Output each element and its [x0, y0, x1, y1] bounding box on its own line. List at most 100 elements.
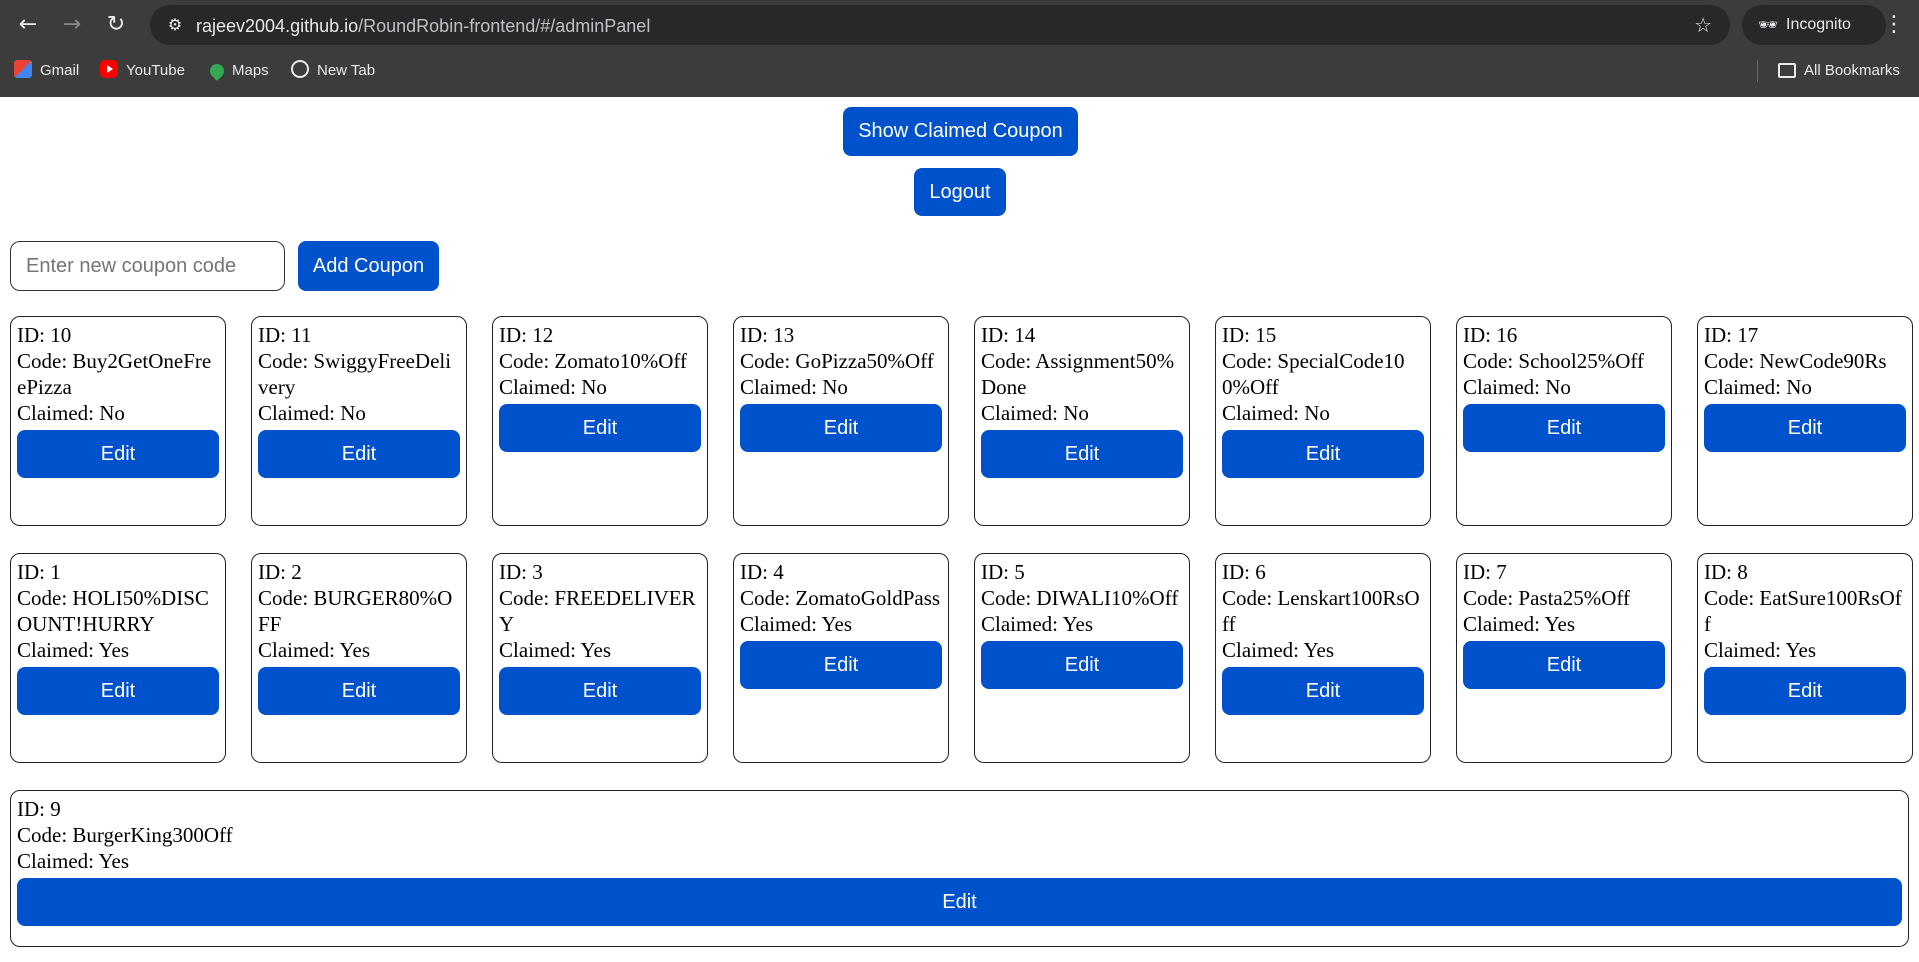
coupon-id: ID: 8 [1704, 560, 1748, 584]
maps-icon [207, 61, 227, 81]
edit-coupon-button[interactable]: Edit [740, 404, 942, 452]
coupon-card: ID: 16 Code: School25%Off Claimed: No Edit [1456, 316, 1672, 526]
edit-coupon-button[interactable]: Edit [1222, 667, 1424, 715]
coupon-id: ID: 10 [17, 323, 72, 347]
incognito-badge[interactable]: 🕶 Incognito [1742, 5, 1886, 45]
edit-coupon-button[interactable]: Edit [17, 430, 219, 478]
coupon-claimed-status: Claimed: No [1222, 401, 1330, 425]
coupon-code: Code: ZomatoGoldPass [740, 586, 941, 610]
edit-coupon-button[interactable]: Edit [17, 878, 1902, 926]
coupon-id: ID: 4 [740, 560, 784, 584]
coupon-code: Code: FREEDELIVERY [499, 586, 696, 636]
coupon-card: ID: 13 Code: GoPizza50%Off Claimed: No Edit [733, 316, 949, 526]
coupon-code: Code: Pasta25%Off [1463, 586, 1631, 610]
coupon-claimed-status: Claimed: Yes [1463, 612, 1576, 636]
coupon-card: ID: 10 Code: Buy2GetOneFreePizza Claimed: … [10, 316, 226, 526]
all-bookmarks[interactable]: All Bookmarks [1778, 60, 1900, 82]
coupon-claimed-status: Claimed: No [499, 375, 607, 399]
coupon-card: ID: 12 Code: Zomato10%Off Claimed: No Edit [492, 316, 708, 526]
coupon-claimed-status: Claimed: Yes [499, 638, 612, 662]
coupon-id: ID: 3 [499, 560, 543, 584]
edit-coupon-button[interactable]: Edit [981, 641, 1183, 689]
coupon-claimed-status: Claimed: No [1704, 375, 1812, 399]
bookmark-youtube[interactable]: YouTube [100, 60, 185, 82]
edit-coupon-button[interactable]: Edit [17, 667, 219, 715]
bookmarks-divider [1757, 60, 1758, 82]
back-arrow-icon[interactable]: ← [14, 11, 42, 39]
coupon-card: ID: 17 Code: NewCode90Rs Claimed: No Edit [1697, 316, 1913, 526]
browser-chrome: ← → ↻ ⚙ rajeev2004.github.io/RoundRobin-… [0, 0, 1919, 97]
address-bar[interactable]: ⚙ rajeev2004.github.io/RoundRobin-fronte… [150, 5, 1730, 45]
coupon-card: ID: 5 Code: DIWALI10%Off Claimed: Yes Edit [974, 553, 1190, 763]
coupon-claimed-status: Claimed: Yes [17, 849, 130, 873]
coupon-claimed-status: Claimed: No [1463, 375, 1571, 399]
coupon-card: ID: 9 Code: BurgerKing300Off Claimed: Yes E… [10, 790, 1909, 947]
coupon-code: Code: BURGER80%OFF [258, 586, 453, 636]
coupon-id: ID: 17 [1704, 323, 1759, 347]
edit-coupon-button[interactable]: Edit [499, 404, 701, 452]
coupon-code: Code: School25%Off [1463, 349, 1645, 373]
coupon-card: ID: 15 Code: SpecialCode100%Off Claimed: N… [1215, 316, 1431, 526]
globe-icon [291, 60, 309, 78]
edit-coupon-button[interactable]: Edit [981, 430, 1183, 478]
coupon-card: ID: 1 Code: HOLI50%DISCOUNT!HURRY Claimed:… [10, 553, 226, 763]
url-text: rajeev2004.github.io/RoundRobin-frontend… [196, 16, 651, 36]
coupon-code: Code: Assignment50%Done [981, 349, 1175, 399]
forward-arrow-icon[interactable]: → [58, 11, 86, 39]
show-claimed-coupon-button[interactable]: Show Claimed Coupon [843, 107, 1078, 156]
edit-coupon-button[interactable]: Edit [258, 430, 460, 478]
incognito-icon: 🕶 [1758, 15, 1779, 34]
edit-coupon-button[interactable]: Edit [1704, 667, 1906, 715]
logout-button[interactable]: Logout [914, 168, 1006, 216]
edit-coupon-button[interactable]: Edit [1463, 404, 1665, 452]
reload-icon[interactable]: ↻ [102, 11, 130, 39]
coupon-id: ID: 1 [17, 560, 61, 584]
bookmark-gmail[interactable]: Gmail [14, 60, 79, 82]
coupon-card: ID: 14 Code: Assignment50%Done Claimed: No… [974, 316, 1190, 526]
edit-coupon-button[interactable]: Edit [740, 641, 942, 689]
coupon-id: ID: 5 [981, 560, 1025, 584]
coupon-claimed-status: Claimed: Yes [258, 638, 371, 662]
coupon-id: ID: 15 [1222, 323, 1277, 347]
coupon-card: ID: 2 Code: BURGER80%OFF Claimed: Yes Edit [251, 553, 467, 763]
bookmark-star-icon[interactable]: ☆ [1694, 13, 1712, 37]
coupon-card: ID: 7 Code: Pasta25%Off Claimed: Yes Edit [1456, 553, 1672, 763]
bookmark-new-tab[interactable]: New Tab [291, 60, 375, 82]
coupon-id: ID: 12 [499, 323, 554, 347]
new-coupon-input[interactable] [10, 241, 285, 291]
coupon-claimed-status: Claimed: Yes [17, 638, 130, 662]
edit-coupon-button[interactable]: Edit [1704, 404, 1906, 452]
coupon-code: Code: Zomato10%Off [499, 349, 687, 373]
browser-menu-icon[interactable]: ⋮ [1880, 11, 1908, 39]
coupon-code: Code: NewCode90Rs [1704, 349, 1887, 373]
coupon-card: ID: 3 Code: FREEDELIVERY Claimed: Yes Edit [492, 553, 708, 763]
browser-toolbar: ← → ↻ ⚙ rajeev2004.github.io/RoundRobin-… [0, 0, 1919, 50]
edit-coupon-button[interactable]: Edit [1222, 430, 1424, 478]
site-info-icon[interactable]: ⚙ [164, 14, 186, 36]
coupon-claimed-status: Claimed: Yes [1704, 638, 1817, 662]
coupon-code: Code: EatSure100RsOff [1704, 586, 1902, 636]
coupon-code: Code: HOLI50%DISCOUNT!HURRY [17, 586, 209, 636]
edit-coupon-button[interactable]: Edit [258, 667, 460, 715]
coupon-card: ID: 8 Code: EatSure100RsOff Claimed: Yes Ed… [1697, 553, 1913, 763]
coupon-id: ID: 16 [1463, 323, 1518, 347]
bookmarks-bar: Gmail YouTube Maps New Tab All Bookmarks [0, 52, 1919, 88]
coupon-code: Code: SwiggyFreeDelivery [258, 349, 452, 399]
coupon-code: Code: DIWALI10%Off [981, 586, 1179, 610]
coupon-claimed-status: Claimed: No [981, 401, 1089, 425]
add-coupon-button[interactable]: Add Coupon [298, 241, 439, 291]
coupon-code: Code: BurgerKing300Off [17, 823, 233, 847]
coupon-id: ID: 9 [17, 797, 61, 821]
coupon-code: Code: Lenskart100RsOff [1222, 586, 1420, 636]
coupon-id: ID: 6 [1222, 560, 1266, 584]
coupon-claimed-status: Claimed: Yes [1222, 638, 1335, 662]
coupon-id: ID: 13 [740, 323, 795, 347]
coupon-code: Code: GoPizza50%Off [740, 349, 934, 373]
coupon-code: Code: SpecialCode100%Off [1222, 349, 1405, 399]
edit-coupon-button[interactable]: Edit [1463, 641, 1665, 689]
youtube-icon [100, 60, 118, 78]
bookmark-maps[interactable]: Maps [207, 60, 269, 82]
edit-coupon-button[interactable]: Edit [499, 667, 701, 715]
coupon-code: Code: Buy2GetOneFreePizza [17, 349, 212, 399]
coupon-claimed-status: Claimed: No [740, 375, 848, 399]
